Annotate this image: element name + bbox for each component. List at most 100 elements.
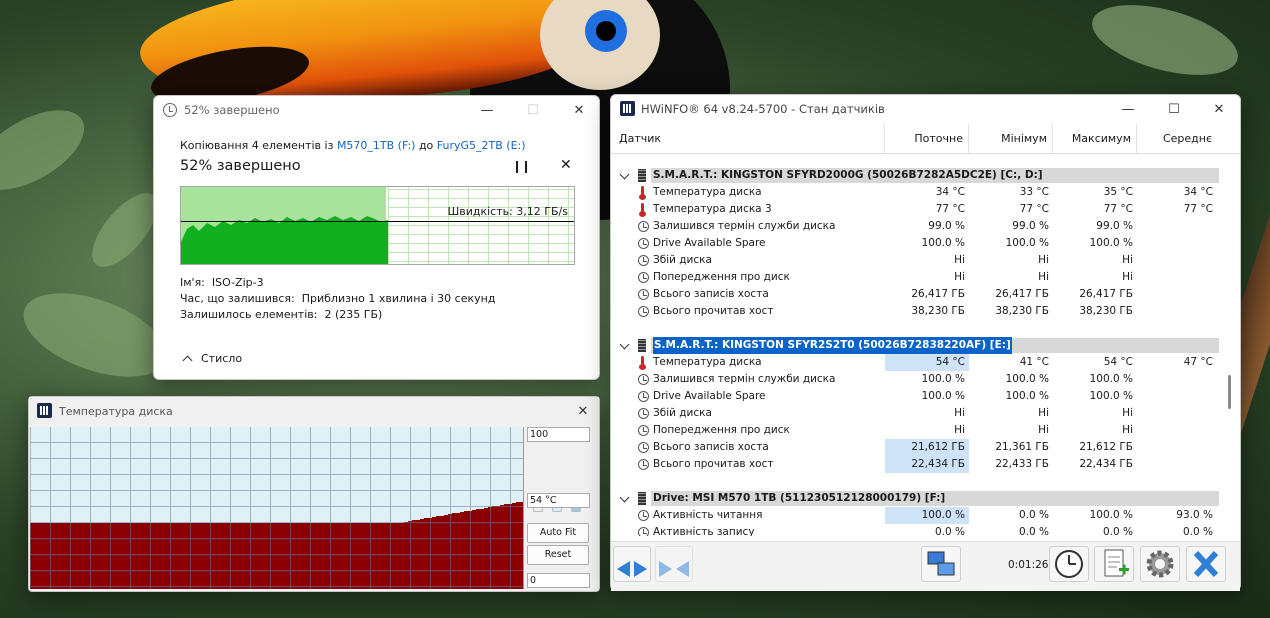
network-icon — [927, 551, 955, 576]
sensor-row[interactable]: Збій диска Ні Ні Ні — [611, 252, 1231, 269]
temp-window-title: Температура диска — [59, 404, 173, 418]
sensor-name: Активність читання — [653, 509, 763, 521]
sensor-name: Залишився термін служби диска — [653, 220, 836, 232]
disk-icon — [638, 169, 646, 182]
pause-button[interactable]: ❙❙ — [512, 159, 531, 173]
sensor-row[interactable]: Попередження про диск Ні Ні Ні — [611, 269, 1231, 286]
sensor-row[interactable]: Залишився термін служби диска 99.0 % 99.0 … — [611, 218, 1231, 235]
sensor-row[interactable]: Всього прочитав хост 38,230 ГБ 38,230 ГБ 38… — [611, 303, 1231, 320]
sensor-row[interactable]: Drive Available Spare 100.0 % 100.0 % 100.0… — [611, 235, 1231, 252]
close-button[interactable]: ✕ — [556, 96, 602, 124]
reset-button[interactable]: Reset — [527, 545, 589, 565]
sensor-cur-value: 26,417 ГБ — [911, 288, 965, 300]
sensor-row[interactable]: Всього записів хоста 26,417 ГБ 26,417 ГБ 26… — [611, 286, 1231, 303]
sensor-row[interactable]: Активність читання 100.0 % 0.0 % 100.0 % 93.… — [611, 507, 1231, 524]
progress-heading: 52% завершено — [180, 158, 301, 174]
hwinfo-app-icon — [37, 403, 52, 418]
col-avg[interactable]: Середнє — [1137, 124, 1217, 154]
sensor-min-value: 100.0 % — [1005, 390, 1049, 402]
sensor-min-value: 99.0 % — [1012, 220, 1049, 232]
sensor-name: Drive Available Spare — [653, 237, 766, 249]
sensor-min-value: Ні — [1038, 407, 1049, 419]
auto-fit-button[interactable]: Auto Fit — [527, 523, 589, 543]
gauge-icon — [638, 272, 649, 283]
sensor-row[interactable]: Всього записів хоста 21,612 ГБ 21,361 ГБ 21… — [611, 439, 1231, 456]
temp-graph-grid — [30, 427, 523, 589]
hw-maximize-button[interactable]: ☐ — [1151, 95, 1197, 123]
copy-window-title: 52% завершено — [184, 103, 280, 117]
disk-icon — [638, 339, 646, 352]
sensor-group[interactable]: S.M.A.R.T.: KINGSTON SFYR2S2T0 (50026B72… — [611, 337, 1219, 354]
temp-close-button[interactable]: ✕ — [563, 397, 603, 425]
temp-titlebar[interactable]: Температура диска ✕ — [29, 397, 599, 425]
time-value: Приблизно 1 хвилина і 30 секунд — [301, 292, 496, 305]
col-current[interactable]: Поточне — [885, 124, 969, 154]
hw-titlebar[interactable]: HWiNFO® 64 v8.24-5700 - Стан датчиків — … — [611, 95, 1240, 123]
sensor-name: Температура диска — [653, 186, 762, 198]
sensor-min-value: 0.0 % — [1018, 509, 1049, 521]
sensor-max-value: 38,230 ГБ — [1079, 305, 1133, 317]
scale-min-field[interactable]: 0 — [527, 573, 590, 588]
chevron-down-icon[interactable] — [619, 169, 630, 180]
sensor-row[interactable]: Попередження про диск Ні Ні Ні — [611, 422, 1231, 439]
sensor-cur-value: Ні — [954, 254, 965, 266]
clock-button[interactable] — [1049, 546, 1089, 582]
collapse-label: Стисло — [201, 352, 243, 365]
sensor-max-value: Ні — [1122, 254, 1133, 266]
gauge-icon — [638, 374, 649, 385]
col-sensor[interactable]: Датчик — [619, 124, 885, 154]
sensor-row[interactable]: Збій диска Ні Ні Ні — [611, 405, 1231, 422]
items-label: Залишилось елементів: — [180, 308, 318, 321]
scale-max-field[interactable]: 100 — [527, 427, 590, 442]
cancel-copy-button[interactable]: ✕ — [560, 157, 572, 173]
gauge-icon — [638, 221, 649, 232]
copy-titlebar[interactable]: 52% завершено — ☐ ✕ — [154, 96, 599, 124]
sensor-row[interactable]: Drive Available Spare 100.0 % 100.0 % 100.0… — [611, 388, 1231, 405]
sensor-name: Drive Available Spare — [653, 390, 766, 402]
sensor-row[interactable]: Залишився термін служби диска 100.0 % 100.… — [611, 371, 1231, 388]
gauge-icon — [638, 510, 649, 521]
gauge-icon — [638, 425, 649, 436]
chevron-down-icon[interactable] — [619, 492, 630, 503]
sensor-cur-value: 21,612 ГБ — [911, 441, 965, 453]
sensor-avg-value: 77 °C — [1183, 203, 1213, 215]
sensor-cur-value: 38,230 ГБ — [911, 305, 965, 317]
sensor-name: Всього записів хоста — [653, 441, 769, 453]
hw-minimize-button[interactable]: — — [1105, 95, 1151, 123]
speed-graph: Швидкість: 3,12 ГБ/s — [180, 186, 575, 265]
sensor-row[interactable]: Температура диска 54 °C 41 °C 54 °C 47 °C — [611, 354, 1231, 371]
sensor-min-value: 0.0 % — [1018, 526, 1049, 536]
col-min[interactable]: Мінімум — [969, 124, 1053, 154]
hw-close-button[interactable]: ✕ — [1196, 95, 1242, 123]
gauge-icon — [638, 459, 649, 470]
source-link[interactable]: M570_1TB (F:) — [337, 139, 416, 152]
sensor-min-value: 33 °C — [1019, 186, 1049, 198]
sensor-row[interactable]: Температура диска 3 77 °C 77 °C 77 °C 77 °C — [611, 201, 1231, 218]
network-button[interactable] — [921, 546, 961, 582]
report-button[interactable] — [1094, 546, 1134, 582]
sensor-min-value: Ні — [1038, 424, 1049, 436]
chevron-down-icon[interactable] — [619, 339, 630, 350]
collapse-button[interactable] — [655, 546, 693, 582]
settings-button[interactable] — [1140, 546, 1180, 582]
sensor-max-value: 26,417 ГБ — [1079, 288, 1133, 300]
minimize-button[interactable]: — — [464, 96, 510, 124]
col-max[interactable]: Максимум — [1053, 124, 1137, 154]
sensor-group[interactable]: S.M.A.R.T.: KINGSTON SFYRD2000G (50026B7… — [611, 167, 1219, 184]
expand-button[interactable] — [613, 546, 651, 582]
sensor-row[interactable]: Всього прочитав хост 22,434 ГБ 22,433 ГБ 22… — [611, 456, 1231, 473]
exit-button[interactable] — [1186, 546, 1226, 582]
gauge-icon — [638, 306, 649, 317]
gauge-icon — [638, 408, 649, 419]
temp-graph-controls: 100 54 °C Auto Fit Reset 0 — [527, 427, 599, 589]
sensor-name: Температура диска — [653, 356, 762, 368]
temperature-graph — [30, 427, 524, 589]
vertical-scrollbar[interactable] — [1228, 375, 1231, 409]
sensor-group[interactable]: Drive: MSI M570 1TB (511230512128000179)… — [611, 490, 1219, 507]
sensor-name: Активність запису — [653, 526, 755, 536]
sensor-row[interactable]: Температура диска 34 °C 33 °C 35 °C 34 °C — [611, 184, 1231, 201]
dest-link[interactable]: FuryG5_2TB (E:) — [437, 139, 526, 152]
collapse-details-button[interactable]: Стисло — [182, 352, 243, 366]
sensor-row[interactable]: Активність запису 0.0 % 0.0 % 0.0 % 0.0 % — [611, 524, 1231, 536]
sensor-min-value: 100.0 % — [1005, 237, 1049, 249]
